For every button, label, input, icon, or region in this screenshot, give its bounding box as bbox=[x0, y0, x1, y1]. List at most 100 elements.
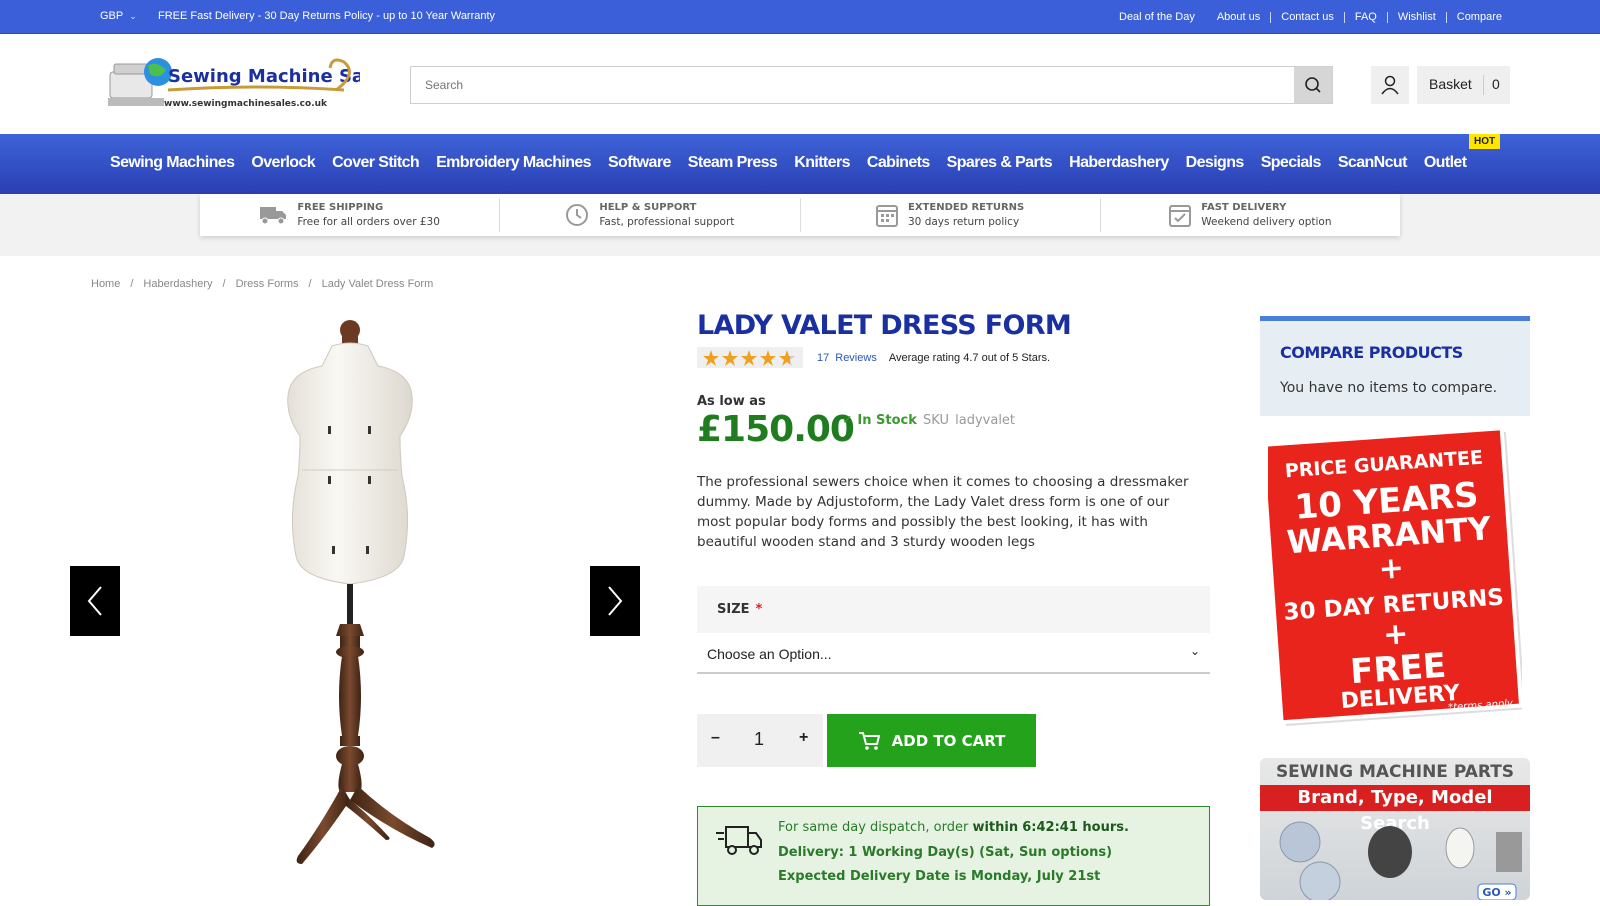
hot-badge: HOT bbox=[1469, 134, 1501, 149]
sewing-machine-parts-banner[interactable]: SEWING MACHINE PARTS Brand, Type, Model … bbox=[1260, 758, 1530, 900]
nav-scanncut[interactable]: ScanNcut bbox=[1338, 154, 1408, 172]
link-compare[interactable]: Compare bbox=[1457, 11, 1502, 23]
nav-software[interactable]: Software bbox=[608, 154, 671, 172]
gallery-prev-button[interactable] bbox=[70, 566, 120, 636]
nav-spares-parts[interactable]: Spares & Parts bbox=[947, 154, 1053, 172]
parts-banner-image: GO » bbox=[1279, 821, 1522, 900]
add-to-cart-label: ADD TO CART bbox=[891, 731, 1006, 750]
parts-banner-go[interactable]: GO » bbox=[1482, 886, 1511, 899]
product-info: LADY VALET DRESS FORM 17 Reviews Average… bbox=[697, 310, 1210, 906]
check-icon: ✓ bbox=[842, 413, 858, 428]
basket-label: Basket bbox=[1429, 76, 1472, 92]
compare-empty-text: You have no items to compare. bbox=[1280, 380, 1498, 396]
required-marker: * bbox=[755, 602, 763, 617]
chevron-left-icon bbox=[87, 586, 102, 616]
nav-specials[interactable]: Specials bbox=[1261, 154, 1322, 172]
expected-delivery-date: Expected Delivery Date is Monday, July 2… bbox=[778, 869, 1101, 884]
feature-subtitle: Free for all orders over £30 bbox=[297, 216, 440, 228]
nav-cover-stitch[interactable]: Cover Stitch bbox=[332, 154, 420, 172]
link-faq[interactable]: FAQ bbox=[1355, 11, 1377, 23]
nav-knitters[interactable]: Knitters bbox=[794, 154, 850, 172]
reviews-link[interactable]: Reviews bbox=[835, 352, 877, 364]
link-deal-of-the-day[interactable]: Deal of the Day bbox=[1119, 11, 1195, 23]
nav-steam-press[interactable]: Steam Press bbox=[688, 154, 778, 172]
account-button[interactable] bbox=[1371, 66, 1409, 104]
search-bar bbox=[410, 66, 1333, 104]
currency-label: GBP bbox=[100, 10, 124, 22]
compare-title: COMPARE PRODUCTS bbox=[1280, 343, 1463, 362]
feature-title: HELP & SUPPORT bbox=[599, 202, 697, 213]
basket-count: 0 bbox=[1492, 76, 1500, 92]
link-contact-us[interactable]: Contact us bbox=[1281, 11, 1334, 23]
size-select-value: Choose an Option... bbox=[707, 646, 832, 662]
qty-decrease-button[interactable]: – bbox=[711, 729, 720, 747]
breadcrumb-haberdashery[interactable]: Haberdashery bbox=[143, 278, 212, 290]
calendar-check-icon bbox=[1169, 205, 1192, 227]
svg-text:+: + bbox=[1377, 550, 1405, 587]
price-guarantee-banner[interactable]: PRICE GUARANTEE 10 YEARS WARRANTY + 30 D… bbox=[1268, 430, 1522, 730]
gallery-next-button[interactable] bbox=[590, 566, 640, 636]
truck-icon bbox=[260, 207, 287, 225]
product-gallery bbox=[70, 316, 640, 900]
clock-icon bbox=[566, 204, 589, 226]
feature-fast-delivery: FAST DELIVERY Weekend delivery option bbox=[1101, 198, 1400, 232]
as-low-as-label: As low as bbox=[697, 394, 766, 409]
breadcrumb-home[interactable]: Home bbox=[91, 278, 120, 290]
dispatch-within: within bbox=[972, 820, 1019, 835]
main-nav: Sewing Machines Overlock Cover Stitch Em… bbox=[0, 134, 1600, 194]
feature-subtitle: 30 days return policy bbox=[908, 216, 1020, 228]
parts-banner-title: SEWING MACHINE PARTS bbox=[1275, 762, 1515, 782]
qty-input[interactable]: 1 bbox=[754, 729, 764, 750]
feature-title: EXTENDED RETURNS bbox=[908, 202, 1025, 213]
basket-button[interactable]: Basket 0 bbox=[1417, 66, 1510, 104]
svg-text:www.sewingmachinesales.co.uk: www.sewingmachinesales.co.uk bbox=[164, 99, 328, 109]
product-rating: 17 Reviews Average rating 4.7 out of 5 S… bbox=[697, 347, 1050, 368]
breadcrumb-dress-forms[interactable]: Dress Forms bbox=[236, 278, 299, 290]
svg-text:Sewing Machine Sales: Sewing Machine Sales bbox=[168, 66, 360, 87]
stars-icon bbox=[703, 349, 795, 366]
add-to-cart-button[interactable]: ADD TO CART bbox=[827, 714, 1036, 767]
breadcrumb-current: Lady Valet Dress Form bbox=[321, 278, 434, 290]
qty-increase-button[interactable]: + bbox=[799, 729, 808, 747]
cart-icon bbox=[858, 731, 880, 750]
feature-extended-returns: EXTENDED RETURNS 30 days return policy bbox=[801, 198, 1101, 232]
size-option-header: SIZE * bbox=[697, 586, 1210, 633]
nav-haberdashery[interactable]: Haberdashery bbox=[1069, 154, 1169, 172]
nav-outlet[interactable]: Outlet bbox=[1424, 154, 1467, 172]
feature-subtitle: Weekend delivery option bbox=[1201, 216, 1332, 228]
link-about-us[interactable]: About us bbox=[1217, 11, 1260, 23]
average-rating-text: Average rating 4.7 out of 5 Stars. bbox=[888, 351, 1051, 364]
currency-switcher[interactable]: GBP ⌄ bbox=[100, 10, 137, 22]
size-select[interactable]: Choose an Option... ⌄ bbox=[697, 634, 1210, 674]
feature-help-support: HELP & SUPPORT Fast, professional suppor… bbox=[500, 198, 801, 232]
dispatch-line: For same day dispatch, order within 6:42… bbox=[778, 820, 1129, 835]
sku-value: ladyvalet bbox=[955, 413, 1016, 428]
size-label: SIZE bbox=[717, 602, 750, 617]
chevron-right-icon bbox=[608, 586, 623, 616]
site-logo[interactable]: Sewing Machine Sales www.sewingmachinesa… bbox=[108, 54, 360, 116]
delivery-days: Delivery: 1 Working Day(s) (Sat, Sun opt… bbox=[778, 845, 1113, 860]
breadcrumb: Home / Haberdashery / Dress Forms / Lady Va… bbox=[91, 278, 434, 290]
site-header: Sewing Machine Sales www.sewingmachinesa… bbox=[0, 34, 1600, 134]
nav-cabinets[interactable]: Cabinets bbox=[867, 154, 930, 172]
calendar-icon bbox=[876, 205, 898, 227]
nav-designs[interactable]: Designs bbox=[1186, 154, 1245, 172]
nav-overlock[interactable]: Overlock bbox=[251, 154, 315, 172]
product-price: £150.00 bbox=[697, 409, 855, 450]
star-rating bbox=[697, 347, 803, 368]
product-title: LADY VALET DRESS FORM bbox=[697, 310, 1072, 341]
search-input[interactable] bbox=[411, 67, 1281, 103]
user-icon bbox=[1381, 75, 1399, 95]
nav-sewing-machines[interactable]: Sewing Machines bbox=[110, 154, 235, 172]
product-image[interactable] bbox=[70, 316, 640, 900]
feature-title: FREE SHIPPING bbox=[297, 202, 384, 213]
delivery-truck-icon bbox=[716, 826, 762, 855]
product-description: The professional sewers choice when it c… bbox=[697, 474, 1189, 550]
review-count[interactable]: 17 bbox=[817, 352, 829, 364]
link-wishlist[interactable]: Wishlist bbox=[1398, 11, 1436, 23]
nav-embroidery-machines[interactable]: Embroidery Machines bbox=[436, 154, 591, 172]
dispatch-countdown: 6:42:41 hours. bbox=[1022, 820, 1129, 835]
stock-label: In Stock bbox=[857, 413, 917, 428]
compare-products-block: COMPARE PRODUCTS You have no items to co… bbox=[1260, 316, 1530, 416]
search-button[interactable] bbox=[1294, 67, 1332, 103]
